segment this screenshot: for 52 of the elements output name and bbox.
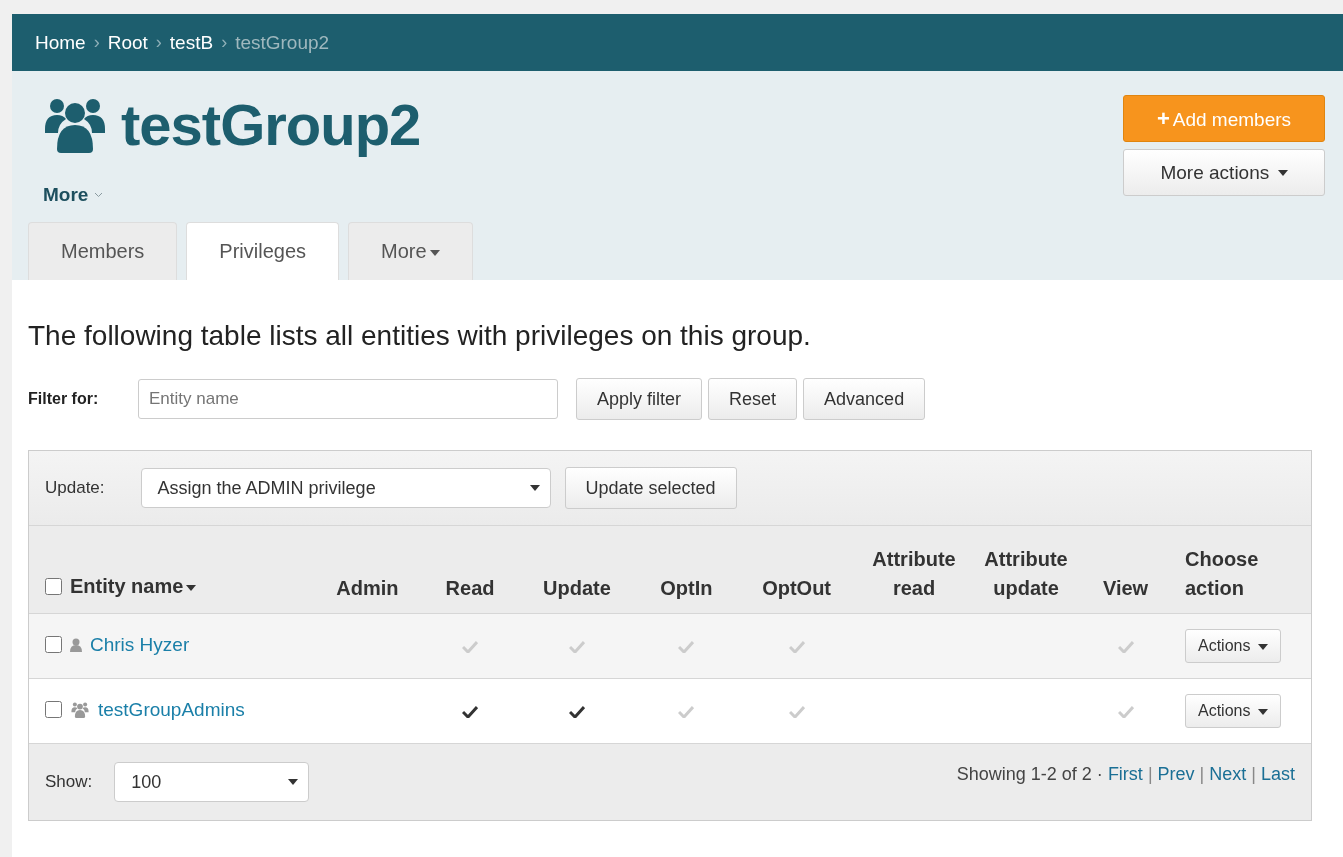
pagination-link[interactable]: Next [1209,764,1247,785]
column-header: Read [445,577,495,599]
pagination-separator: | [1147,764,1153,785]
group-title: testGroup2 [121,91,421,158]
breadcrumb-link[interactable]: testB [169,31,214,54]
entity-link[interactable]: Chris Hyzer [90,633,190,656]
pagination-link[interactable]: Prev [1157,764,1195,785]
filter-label: Filter for: [28,390,100,408]
chevron-down-icon [94,192,104,198]
column-header[interactable]: Entity name [70,572,197,601]
filter-button[interactable]: Reset [708,378,798,420]
actions-button[interactable]: Actions [1185,629,1281,663]
breadcrumb-link[interactable]: Root [107,31,148,54]
column-header: Choose action [1185,548,1259,599]
privilege-select[interactable]: Assign the ADMIN privilege [140,468,551,508]
filter-button[interactable]: Advanced [803,378,926,420]
column-header: Attribute update [984,548,1068,599]
group-icon [43,96,107,153]
show-label: Show: [45,772,93,792]
column-header: View [1102,577,1149,599]
select-all-checkbox[interactable] [45,578,62,595]
breadcrumb-separator: › [93,32,100,53]
row-checkbox[interactable] [45,701,62,719]
tab[interactable]: More [348,222,473,280]
column-header: Attribute read [872,548,956,599]
entity-link[interactable]: testGroupAdmins [98,698,245,721]
column-header: OptOut [762,577,831,599]
column-header: Admin [336,577,399,599]
update-selected-button[interactable]: Update selected [564,467,737,509]
caret-icon [529,485,540,491]
intro-text: The following table lists all entities with privileges on this group. [28,320,812,352]
tab[interactable]: Privileges [186,222,340,280]
caret-icon [288,779,299,785]
filter-button[interactable]: Apply filter [576,378,703,420]
more-menu[interactable]: More [43,184,104,206]
pagination-summary: Showing 1-2 of 2 · [956,764,1103,785]
pagination-separator: | [1199,764,1205,785]
row-checkbox[interactable] [45,636,62,654]
breadcrumb-separator: › [221,32,228,53]
update-label: Update: [45,478,105,498]
more-actions-button[interactable]: More actions [1123,149,1325,196]
column-header: Update [543,577,611,599]
column-header: OptIn [660,577,713,599]
pagination-link[interactable]: Last [1260,764,1295,785]
breadcrumb-link[interactable]: Home [35,31,86,54]
actions-button[interactable]: Actions [1185,694,1281,728]
tab[interactable]: Members [28,222,178,280]
pagination-link[interactable]: First [1107,764,1143,785]
entity-name-field[interactable]: Entity name [138,379,558,419]
breadcrumb-separator: › [155,32,162,53]
pagination-separator: | [1251,764,1256,785]
page-size-select[interactable]: 100 [114,762,310,802]
